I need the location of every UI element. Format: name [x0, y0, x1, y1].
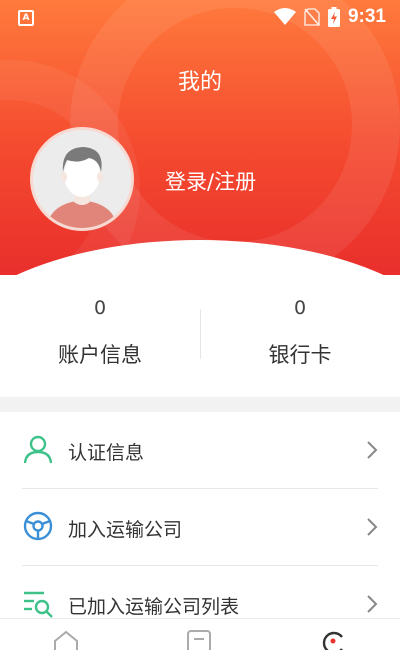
status-bar: A 9:31 — [0, 0, 400, 36]
chevron-right-icon — [367, 518, 378, 536]
app-notification-icon: A — [18, 10, 34, 26]
orders-icon[interactable] — [184, 629, 214, 650]
profile-icon[interactable] — [318, 629, 348, 650]
menu-item-joined-companies[interactable]: 已加入运输公司列表 — [0, 566, 400, 622]
chevron-right-icon — [367, 595, 378, 613]
menu-item-label: 已加入运输公司列表 — [68, 596, 240, 618]
avatar[interactable] — [30, 127, 134, 231]
steering-wheel-icon — [23, 511, 53, 541]
menu-item-label: 加入运输公司 — [68, 519, 183, 541]
bank-card-stat[interactable]: 0 银行卡 — [200, 297, 400, 369]
wifi-icon — [273, 8, 296, 25]
bank-card-count: 0 — [293, 297, 307, 319]
account-info-label: 账户信息 — [58, 343, 142, 367]
account-info-stat[interactable]: 0 账户信息 — [0, 297, 200, 369]
account-info-count: 0 — [93, 297, 107, 319]
list-search-icon — [24, 591, 53, 618]
chevron-right-icon — [367, 441, 378, 459]
page-title: 我的 — [177, 70, 222, 95]
menu-list: 认证信息 加入运输公司 已加入运输公司列表 — [0, 412, 400, 622]
no-sim-icon — [304, 8, 320, 26]
bank-card-label: 银行卡 — [268, 343, 332, 367]
user-verify-icon — [23, 435, 53, 464]
home-icon[interactable] — [51, 629, 81, 650]
status-time: 9:31 — [347, 6, 386, 27]
bottom-tab-bar — [0, 618, 400, 650]
menu-item-verification[interactable]: 认证信息 — [0, 412, 400, 489]
login-register-link[interactable]: 登录/注册 — [165, 166, 256, 196]
account-stats: 0 账户信息 0 银行卡 — [0, 275, 400, 397]
default-avatar-icon — [33, 130, 131, 228]
menu-item-join-company[interactable]: 加入运输公司 — [0, 489, 400, 566]
menu-item-label: 认证信息 — [68, 442, 145, 464]
battery-charging-icon — [327, 7, 340, 27]
